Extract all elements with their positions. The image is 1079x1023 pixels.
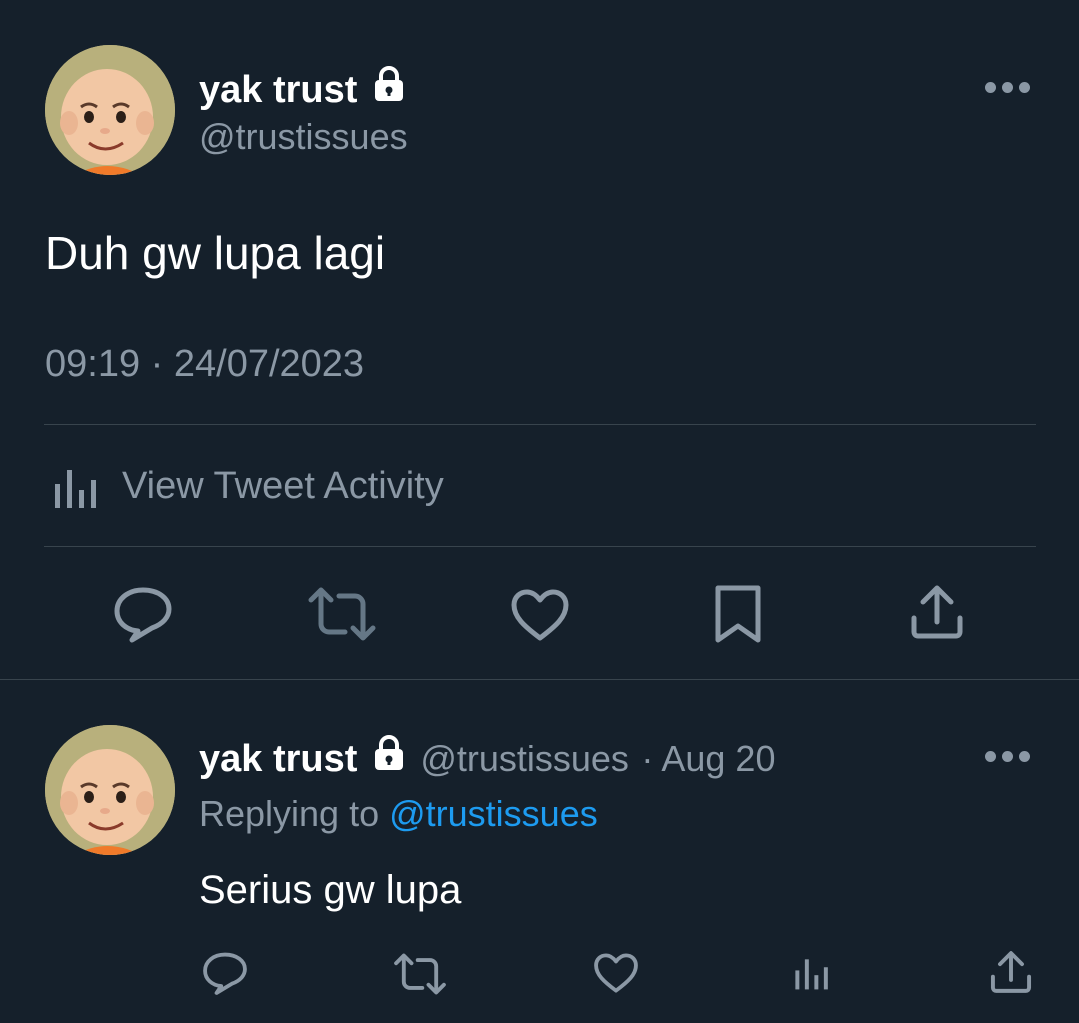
divider xyxy=(44,546,1036,547)
replying-to-label: Replying to xyxy=(199,793,380,834)
more-options-icon[interactable] xyxy=(985,751,1030,762)
bookmark-icon[interactable] xyxy=(713,584,763,644)
tweet-text: Serius gw lupa xyxy=(199,868,462,912)
more-options-icon[interactable] xyxy=(985,82,1030,93)
retweet-icon[interactable] xyxy=(307,586,377,642)
tweet-separator xyxy=(0,679,1079,680)
replying-to: Replying to @trustissues xyxy=(199,793,598,835)
share-icon[interactable] xyxy=(989,950,1033,994)
analytics-icon[interactable] xyxy=(793,952,831,992)
reply-icon[interactable] xyxy=(112,584,174,644)
lock-icon xyxy=(374,735,404,776)
display-name[interactable]: yak trust xyxy=(199,738,357,780)
view-tweet-activity-button[interactable]: View Tweet Activity xyxy=(52,462,444,510)
avatar[interactable] xyxy=(45,725,175,855)
like-icon[interactable] xyxy=(510,588,570,642)
reply-icon[interactable] xyxy=(201,950,249,996)
tweet-date[interactable]: · Aug 20 xyxy=(641,738,775,779)
tweet-text: Duh gw lupa lagi xyxy=(45,227,386,279)
retweet-icon[interactable] xyxy=(393,952,447,996)
share-icon[interactable] xyxy=(909,584,965,640)
like-icon[interactable] xyxy=(593,952,639,994)
display-name[interactable]: yak trust xyxy=(199,69,357,111)
avatar[interactable] xyxy=(45,45,175,175)
user-handle[interactable]: @trustissues xyxy=(420,738,629,779)
view-tweet-activity-label: View Tweet Activity xyxy=(122,464,444,507)
divider xyxy=(44,424,1036,425)
replying-to-handle[interactable]: @trustissues xyxy=(389,793,598,834)
lock-icon xyxy=(374,66,404,107)
user-handle[interactable]: @trustissues xyxy=(199,116,408,158)
analytics-icon xyxy=(52,462,100,510)
tweet-timestamp: 09:19 · 24/07/2023 xyxy=(45,343,365,385)
